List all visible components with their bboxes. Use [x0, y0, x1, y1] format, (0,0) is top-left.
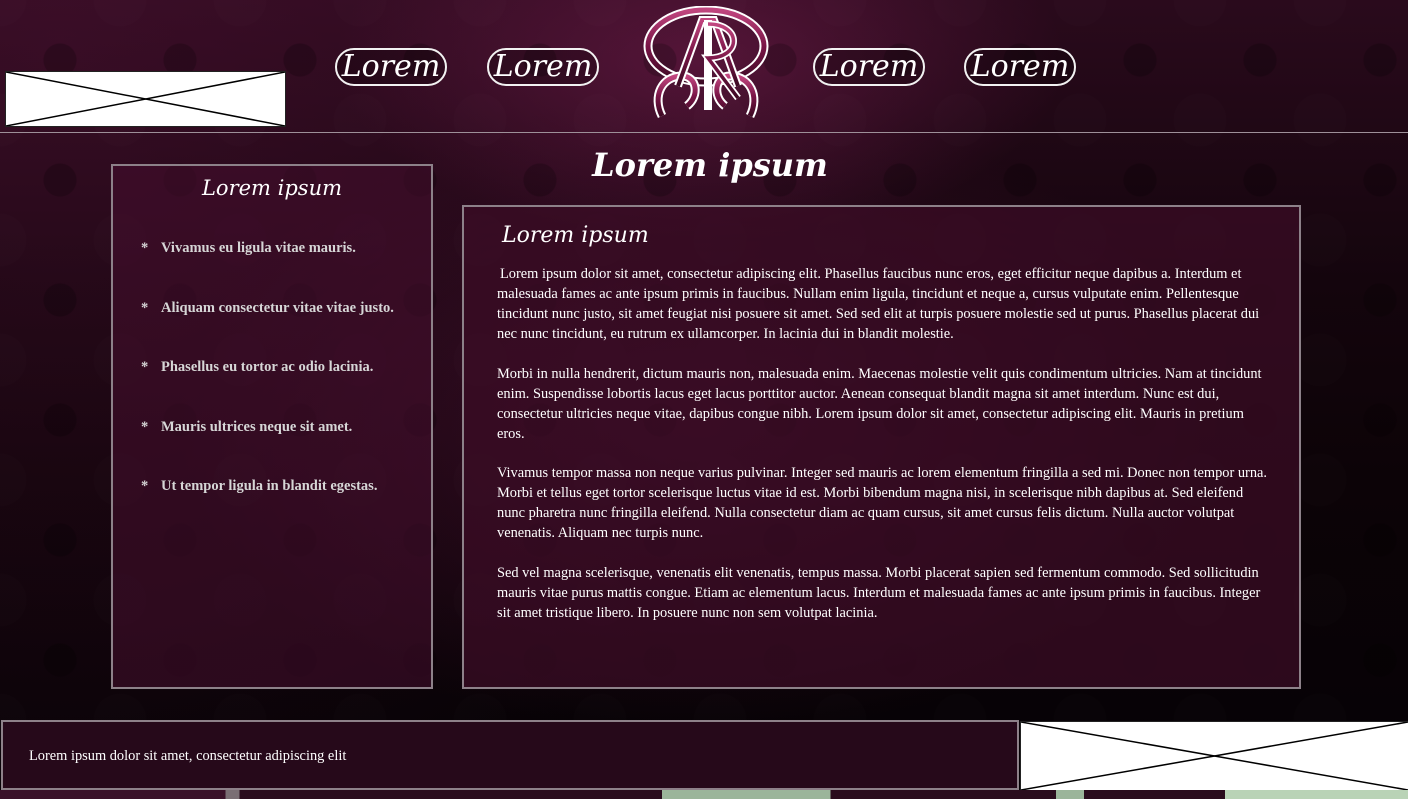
content-paragraph: Sed vel magna scelerisque, venenatis eli… [497, 564, 1261, 621]
sidebar-item[interactable]: * Vivamus eu ligula vitae mauris. [141, 240, 394, 300]
content-title: Lorem ipsum [502, 223, 649, 248]
site-logo[interactable] [642, 5, 770, 124]
placeholder-cross-icon [6, 72, 285, 126]
page-title: Lorem ipsum [592, 146, 828, 184]
sidebar-item[interactable]: * Ut tempor ligula in blandit egestas. [141, 478, 394, 538]
bullet-star-icon: * [141, 478, 149, 494]
header-image-placeholder [5, 71, 286, 127]
footer: Lorem ipsum dolor sit amet, consectetur … [1, 720, 1019, 790]
footer-text: Lorem ipsum dolor sit amet, consectetur … [29, 748, 347, 764]
sidebar-list: * Vivamus eu ligula vitae mauris. * Aliqua… [141, 240, 394, 538]
content-body: Lorem ipsum dolor sit amet, consectetur … [497, 264, 1273, 642]
bullet-star-icon: * [141, 359, 149, 375]
bullet-star-icon: * [141, 299, 149, 316]
nav-link-1[interactable]: Lorem [335, 48, 447, 86]
nav-link-2[interactable]: Lorem [487, 48, 599, 86]
placeholder-cross-icon [1021, 722, 1408, 790]
ar-monogram-icon [643, 5, 769, 119]
sidebar-item-label: Phasellus eu tortor ac odio lacinia. [161, 359, 374, 375]
sidebar-title: Lorem ipsum [201, 176, 343, 200]
sidebar-item[interactable]: * Aliquam consectetur vitae vitae justo. [141, 300, 394, 360]
content-paragraph: Lorem ipsum dolor sit amet, consectetur … [497, 266, 1260, 342]
content-panel: Lorem ipsum Lorem ipsum dolor sit amet, … [462, 205, 1301, 689]
sidebar-item-label: Aliquam consectetur vitae vitae justo. [161, 299, 394, 316]
content-paragraph: Morbi in nulla hendrerit, dictum mauris … [497, 365, 1262, 442]
sidebar-item-label: Vivamus eu ligula vitae mauris. [161, 240, 356, 256]
header-divider [0, 132, 1408, 133]
sidebar-item-label: Mauris ultrices neque sit amet. [161, 418, 353, 435]
sidebar-panel: Lorem ipsum * Vivamus eu ligula vitae mau… [111, 164, 433, 689]
sidebar-item[interactable]: * Phasellus eu tortor ac odio lacinia. [141, 359, 394, 419]
footer-strip [0, 790, 1408, 799]
sidebar-item[interactable]: * Mauris ultrices neque sit amet. [141, 419, 394, 479]
content-paragraph: Vivamus tempor massa non neque varius pu… [497, 465, 1268, 541]
nav-link-4[interactable]: Lorem [964, 48, 1076, 86]
bullet-star-icon: * [141, 240, 149, 256]
bullet-star-icon: * [141, 418, 149, 435]
footer-image-placeholder [1020, 721, 1408, 791]
sidebar-item-label: Ut tempor ligula in blandit egestas. [161, 478, 378, 494]
nav-link-3[interactable]: Lorem [813, 48, 925, 86]
